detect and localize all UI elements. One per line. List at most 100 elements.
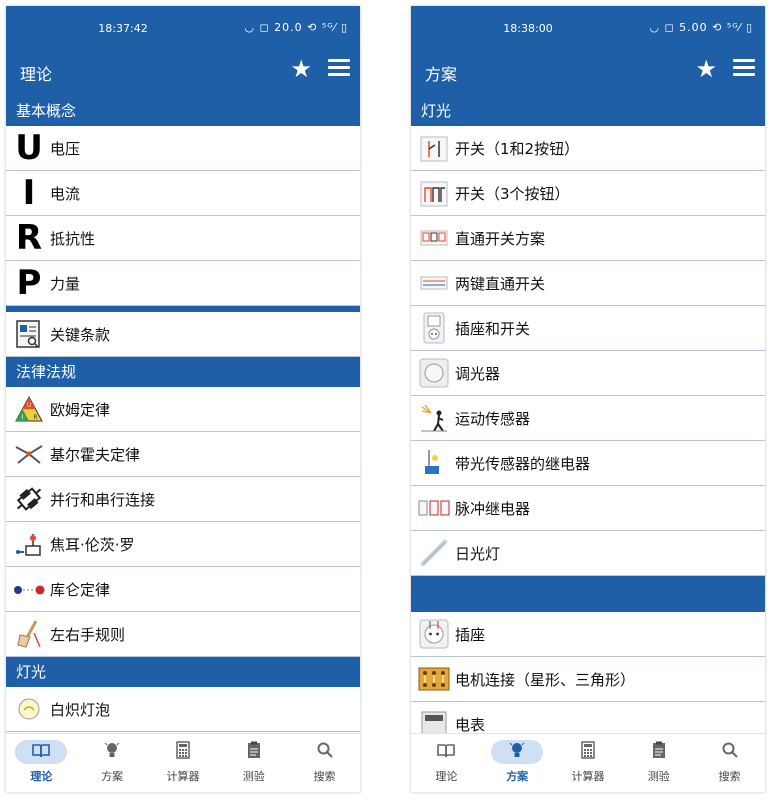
section-header-basic-concepts: 基本概念 — [6, 96, 360, 126]
list-item-ohms-law[interactable]: UI R 欧姆定律 — [6, 387, 360, 432]
nav-theory[interactable]: 理论 — [411, 734, 482, 792]
list-item-parallel-series[interactable]: 并行和串行连接 — [6, 477, 360, 522]
list-item-label: 电机连接（星形、三角形） — [455, 670, 636, 689]
list-item-kirchhoff[interactable]: 基尔霍夫定律 — [6, 432, 360, 477]
list-item-label: 关键条款 — [50, 325, 111, 344]
nav-label: 搜索 — [718, 770, 741, 783]
nav-calculator[interactable]: 计算器 — [148, 734, 219, 792]
favorite-star-icon[interactable]: ★ — [695, 57, 717, 81]
hamburger-menu-icon[interactable] — [733, 59, 755, 77]
switch-diagram-icon — [417, 131, 451, 165]
list-item-light-sensor-relay[interactable]: 带光传感器的继电器 — [411, 441, 765, 486]
bulb-icon — [12, 692, 46, 726]
nav-label: 理论 — [435, 770, 458, 783]
book-icon — [32, 743, 51, 762]
calculator-icon — [176, 741, 190, 763]
coulomb-charges-icon — [12, 572, 46, 606]
list-item-label: 电表 — [455, 715, 486, 734]
list-item-switch-1-2[interactable]: 开关（1和2按钮） — [411, 126, 765, 171]
hand-rule-icon — [12, 617, 46, 651]
list-item-switch-3[interactable]: 开关（3个按钮） — [411, 171, 765, 216]
page-title: 理论 — [20, 65, 53, 84]
switch-diagram-icon — [417, 221, 451, 255]
bulb-icon — [104, 741, 120, 763]
list-item-hand-rule[interactable]: 左右手规则 — [6, 612, 360, 657]
list-item-label: 电流 — [50, 184, 81, 203]
list-item-two-key-passthrough[interactable]: 两键直通开关 — [411, 261, 765, 306]
svg-text:U: U — [27, 402, 31, 409]
letter-u-icon: U — [15, 128, 43, 168]
letter-p-icon: P — [16, 263, 42, 303]
list-item-label: 直通开关方案 — [455, 229, 546, 248]
switch-diagram-icon — [417, 266, 451, 300]
section-header-lighting: 灯光 — [411, 96, 765, 126]
list-item-coulomb[interactable]: 库仑定律 — [6, 567, 360, 612]
list-item-voltage[interactable]: U 电压 — [6, 126, 360, 171]
list-item-electricity-meter[interactable]: 电表 — [411, 702, 765, 734]
list-item-label: 日光灯 — [455, 544, 501, 563]
list-item-socket-and-switch[interactable]: 插座和开关 — [411, 306, 765, 351]
list-item-resistance[interactable]: R 抵抗性 — [6, 216, 360, 261]
nav-label: 方案 — [506, 770, 529, 783]
nav-theory[interactable]: 理论 — [6, 734, 77, 792]
list-item-power[interactable]: P 力量 — [6, 261, 360, 306]
nav-test[interactable]: 测验 — [623, 734, 694, 792]
nav-label: 方案 — [101, 770, 124, 783]
list-item-incandescent-bulb[interactable]: 白炽灯泡 — [6, 687, 360, 732]
list-item-label: 白炽灯泡 — [50, 700, 111, 719]
nav-plans[interactable]: 方案 — [482, 734, 553, 792]
phone-screen-plans: 18:38:00 ◡ ◻ 5.00 ⟲ ⁵ᴳ⁄ ▯ 方案 ★ 灯光 开关（1和2… — [411, 6, 765, 792]
letter-i-icon: I — [22, 173, 36, 213]
nav-plans[interactable]: 方案 — [77, 734, 148, 792]
list-item-label: 开关（3个按钮） — [455, 184, 570, 203]
hamburger-menu-icon[interactable] — [328, 59, 350, 77]
list-item-label: 开关（1和2按钮） — [455, 139, 580, 158]
list-item-fluorescent[interactable]: 日光灯 — [411, 531, 765, 576]
list-item-motion-sensor[interactable]: 运动传感器 — [411, 396, 765, 441]
dimmer-knob-icon — [417, 356, 451, 390]
list-item-pulse-relay[interactable]: 脉冲继电器 — [411, 486, 765, 531]
nav-search[interactable]: 搜索 — [694, 734, 765, 792]
list-item-label: 欧姆定律 — [50, 400, 111, 419]
list-item-key-terms[interactable]: 关键条款 — [6, 312, 360, 357]
list-item-socket[interactable]: 插座 — [411, 612, 765, 657]
list-item-label: 带光传感器的继电器 — [455, 454, 591, 473]
nav-calculator[interactable]: 计算器 — [553, 734, 624, 792]
content-list[interactable]: 基本概念 U 电压 I 电流 R 抵抗性 P 力量 关键条款 法律法规 UIR — [6, 96, 360, 734]
nav-label: 测验 — [647, 770, 670, 783]
nav-search[interactable]: 搜索 — [289, 734, 360, 792]
nav-label: 计算器 — [166, 770, 200, 783]
section-header-lighting: 灯光 — [6, 657, 360, 687]
switch-diagram-icon — [417, 176, 451, 210]
list-item-label: 库仑定律 — [50, 580, 111, 599]
list-item-label: 两键直通开关 — [455, 274, 546, 293]
meter-icon — [417, 707, 451, 734]
list-item-passthrough-switch[interactable]: 直通开关方案 — [411, 216, 765, 261]
fluorescent-tube-icon — [417, 536, 451, 570]
section-header-laws: 法律法规 — [6, 357, 360, 387]
list-item-motor-connection[interactable]: 电机连接（星形、三角形） — [411, 657, 765, 702]
status-icons: ◡ ◻ 5.00 ⟲ ⁵ᴳ⁄ ▯ — [649, 21, 753, 34]
favorite-star-icon[interactable]: ★ — [290, 57, 312, 81]
clipboard-icon — [247, 741, 261, 763]
page-title: 方案 — [425, 65, 458, 84]
glossary-book-icon — [12, 317, 46, 351]
content-list[interactable]: 灯光 开关（1和2按钮） 开关（3个按钮） 直通开关方案 两键直通开关 插座和开… — [411, 96, 765, 734]
clipboard-icon — [652, 741, 666, 763]
joule-heating-icon — [12, 527, 46, 561]
list-item-label: 调光器 — [455, 364, 501, 383]
calculator-icon — [581, 741, 595, 763]
bottom-navigation: 理论 方案 计算器 测验 搜索 — [411, 733, 765, 792]
socket-icon — [417, 617, 451, 651]
app-bar: 方案 ★ — [411, 48, 765, 96]
ohm-triangle-icon: UI R — [12, 392, 46, 426]
section-header-sockets — [411, 576, 765, 612]
list-item-joule-lenz[interactable]: 焦耳·伦茨·罗 — [6, 522, 360, 567]
search-icon — [317, 742, 333, 762]
list-item-current[interactable]: I 电流 — [6, 171, 360, 216]
svg-text:R: R — [33, 414, 37, 421]
list-item-dimmer[interactable]: 调光器 — [411, 351, 765, 396]
list-item-label: 脉冲继电器 — [455, 499, 531, 518]
nav-test[interactable]: 测验 — [218, 734, 289, 792]
status-bar: 18:38:00 ◡ ◻ 5.00 ⟲ ⁵ᴳ⁄ ▯ — [411, 6, 765, 48]
